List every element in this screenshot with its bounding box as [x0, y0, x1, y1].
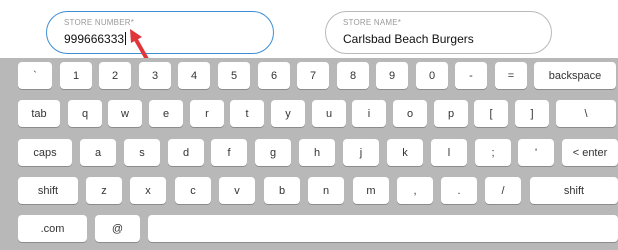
key-1[interactable]: 1: [60, 62, 92, 89]
key-n[interactable]: n: [308, 177, 344, 204]
key-semicolon[interactable]: ;: [475, 139, 511, 166]
key-z[interactable]: z: [86, 177, 122, 204]
key-d[interactable]: d: [168, 139, 204, 166]
key-at[interactable]: @: [95, 215, 140, 242]
key-minus[interactable]: -: [455, 62, 487, 89]
key-x[interactable]: x: [130, 177, 166, 204]
key-left-bracket[interactable]: [: [474, 100, 508, 127]
form-fields: STORE NUMBER* 999666333 STORE NAME* Carl…: [0, 0, 618, 58]
text-cursor: [125, 32, 127, 45]
key-space[interactable]: [148, 215, 618, 242]
key-caps[interactable]: caps: [18, 139, 72, 166]
key-right-bracket[interactable]: ]: [515, 100, 549, 127]
key-tab[interactable]: tab: [18, 100, 60, 127]
key-f[interactable]: f: [211, 139, 247, 166]
key-g[interactable]: g: [255, 139, 291, 166]
key-2[interactable]: 2: [99, 62, 131, 89]
key-quote[interactable]: ': [518, 139, 554, 166]
key-0[interactable]: 0: [416, 62, 448, 89]
store-number-value: 999666333: [64, 32, 125, 46]
key-w[interactable]: w: [108, 100, 142, 127]
key-backtick[interactable]: `: [18, 62, 52, 89]
key-q[interactable]: q: [68, 100, 102, 127]
key-v[interactable]: v: [219, 177, 255, 204]
key-j[interactable]: j: [343, 139, 379, 166]
key-u[interactable]: u: [312, 100, 346, 127]
key-b[interactable]: b: [264, 177, 300, 204]
key-equals[interactable]: =: [495, 62, 527, 89]
key-3[interactable]: 3: [139, 62, 171, 89]
key-y[interactable]: y: [271, 100, 305, 127]
store-name-label: STORE NAME*: [343, 18, 402, 27]
key-backspace[interactable]: backspace: [534, 62, 616, 89]
key-i[interactable]: i: [352, 100, 386, 127]
key-s[interactable]: s: [124, 139, 160, 166]
key-shift-left[interactable]: shift: [18, 177, 78, 204]
key-comma[interactable]: ,: [397, 177, 433, 204]
key-t[interactable]: t: [230, 100, 264, 127]
key-a[interactable]: a: [80, 139, 116, 166]
key-m[interactable]: m: [353, 177, 389, 204]
key-4[interactable]: 4: [178, 62, 210, 89]
key-h[interactable]: h: [299, 139, 335, 166]
key-p[interactable]: p: [434, 100, 468, 127]
store-number-field[interactable]: STORE NUMBER* 999666333: [46, 11, 274, 54]
store-name-field[interactable]: STORE NAME* Carlsbad Beach Burgers: [325, 11, 552, 54]
key-8[interactable]: 8: [337, 62, 369, 89]
key-dotcom[interactable]: .com: [18, 215, 87, 242]
key-backslash[interactable]: \: [556, 100, 616, 127]
store-number-input[interactable]: 999666333: [64, 32, 127, 46]
key-period[interactable]: .: [441, 177, 477, 204]
key-k[interactable]: k: [387, 139, 423, 166]
key-r[interactable]: r: [190, 100, 224, 127]
store-name-input[interactable]: Carlsbad Beach Burgers: [343, 32, 474, 46]
store-number-label: STORE NUMBER*: [64, 18, 135, 27]
key-o[interactable]: o: [393, 100, 427, 127]
key-slash[interactable]: /: [485, 177, 521, 204]
key-l[interactable]: l: [431, 139, 467, 166]
key-shift-right[interactable]: shift: [530, 177, 618, 204]
key-5[interactable]: 5: [218, 62, 250, 89]
key-9[interactable]: 9: [376, 62, 408, 89]
key-e[interactable]: e: [149, 100, 183, 127]
key-enter[interactable]: < enter: [562, 139, 618, 166]
key-7[interactable]: 7: [297, 62, 329, 89]
key-c[interactable]: c: [175, 177, 211, 204]
key-6[interactable]: 6: [258, 62, 290, 89]
on-screen-keyboard: ` 1 2 3 4 5 6 7 8 9 0- = backspace tab q w e r t y u i o p[] \ ca…: [0, 58, 618, 250]
